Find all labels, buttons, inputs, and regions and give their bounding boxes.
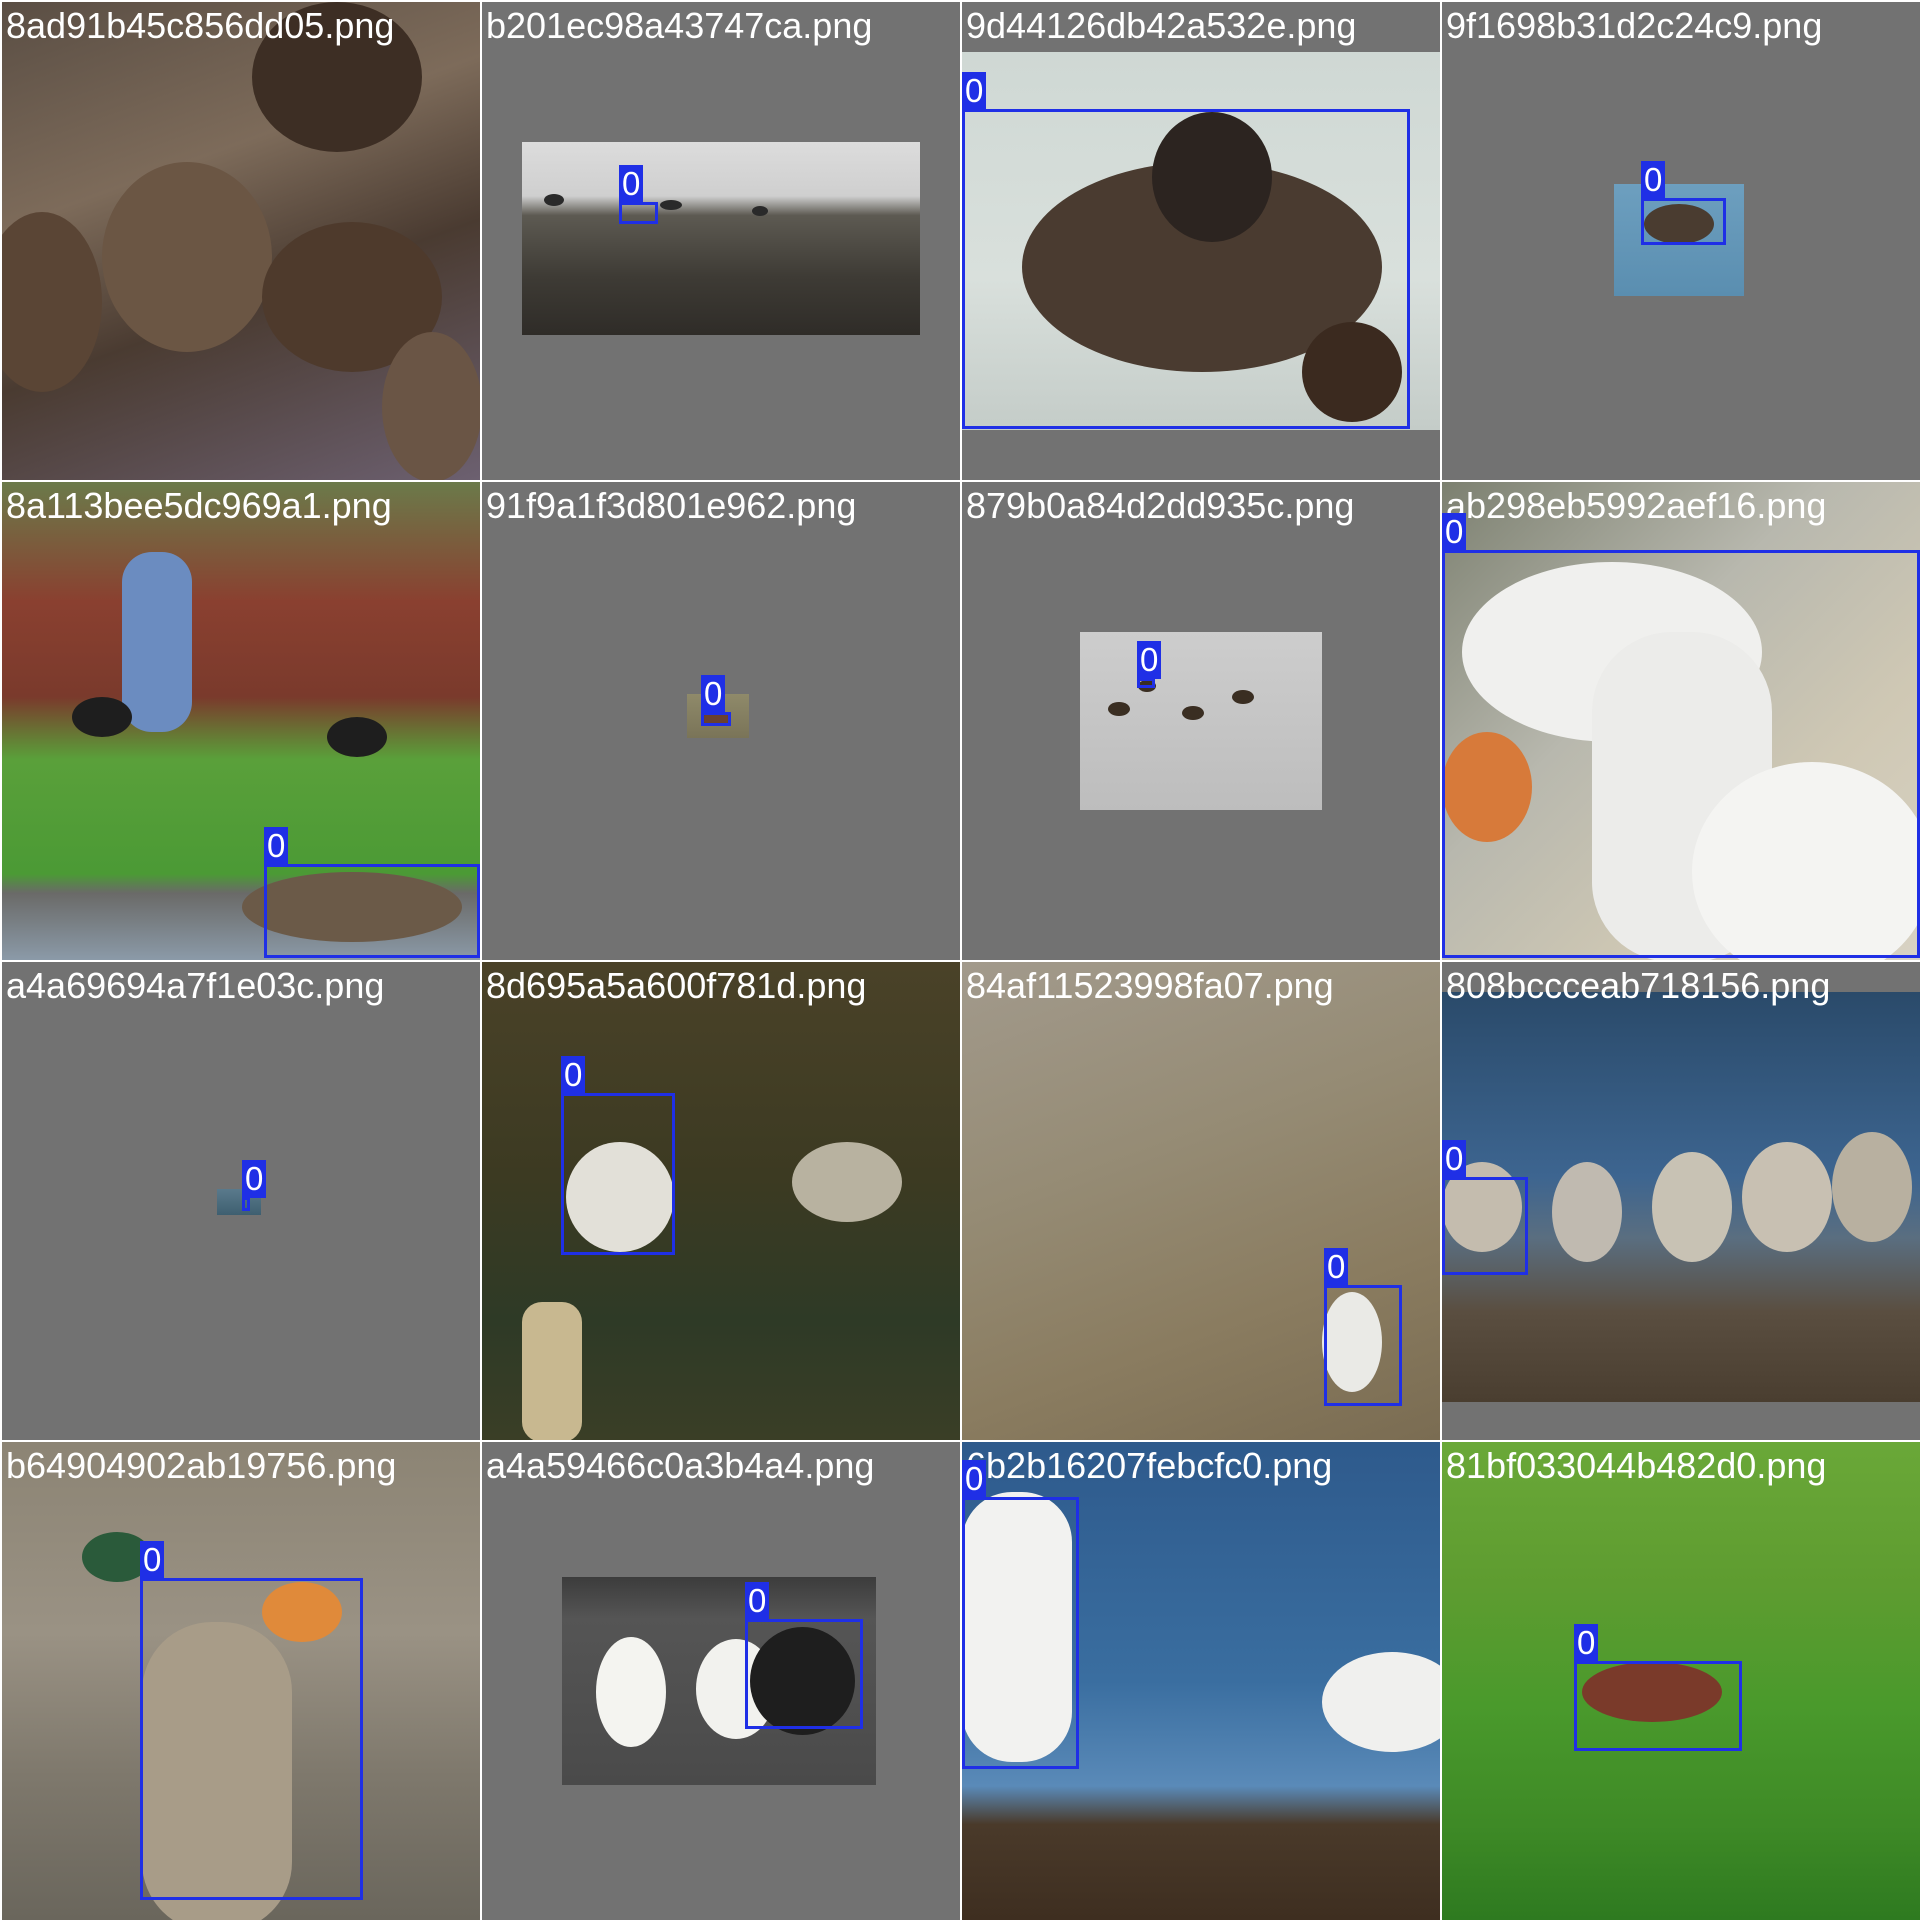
detection-box: 0 xyxy=(1574,1624,1742,1751)
class-label: 0 xyxy=(242,1160,267,1198)
duckling-shape xyxy=(2,212,102,392)
tile-filename: 8d695a5a600f781d.png xyxy=(486,965,867,1006)
photo xyxy=(2,2,480,480)
class-label: 0 xyxy=(1574,1624,1599,1662)
duckling-shape xyxy=(1108,702,1130,716)
tile-filename: a4a69694a7f1e03c.png xyxy=(6,965,385,1006)
duck-shape xyxy=(1652,1152,1732,1262)
duck-shape xyxy=(596,1637,666,1747)
detection-box: 0 xyxy=(140,1541,363,1900)
tile-filename: 8a113bee5dc969a1.png xyxy=(6,485,392,526)
detection-box: 0 xyxy=(561,1056,675,1255)
swan-shape xyxy=(1322,1652,1440,1752)
detection-box: 0 xyxy=(1442,513,1920,958)
mosaic-tile: 0 ab298eb5992aef16.png xyxy=(1442,482,1920,960)
mosaic-tile: 0 9d44126db42a532e.png xyxy=(962,2,1440,480)
mosaic-tile: 0 6b2b16207febcfc0.png xyxy=(962,1442,1440,1920)
class-label: 0 xyxy=(561,1056,586,1094)
duck-shape xyxy=(1742,1142,1832,1252)
class-label: 0 xyxy=(1442,1140,1467,1178)
tile-filename: 84af11523998fa07.png xyxy=(966,965,1334,1006)
class-label: 0 xyxy=(140,1541,165,1579)
tile-filename: a4a59466c0a3b4a4.png xyxy=(486,1445,875,1486)
detection-box: 0 xyxy=(962,1460,1079,1769)
mosaic-tile: 8ad91b45c856dd05.png xyxy=(2,2,480,480)
tile-filename: 808bccceab718156.png xyxy=(1446,965,1831,1006)
tile-filename: ab298eb5992aef16.png xyxy=(1446,485,1827,526)
goose-shape xyxy=(792,1142,902,1222)
mosaic-tile: 0 a4a69694a7f1e03c.png xyxy=(2,962,480,1440)
mosaic-tile: 0 9f1698b31d2c24c9.png xyxy=(1442,2,1920,480)
duck-shape xyxy=(1552,1162,1622,1262)
duckling-shape xyxy=(102,162,272,352)
class-label: 0 xyxy=(701,675,726,713)
bird-shape xyxy=(660,200,682,210)
bird-shape xyxy=(752,206,768,216)
class-label: 0 xyxy=(264,827,289,865)
tile-filename: b64904902ab19756.png xyxy=(6,1445,397,1486)
dog-shape xyxy=(72,697,132,737)
detection-box: 0 xyxy=(701,675,731,726)
detection-box: 0 xyxy=(1324,1248,1402,1406)
dog-shape xyxy=(327,717,387,757)
detection-box: 0 xyxy=(242,1160,267,1211)
tile-filename: 9f1698b31d2c24c9.png xyxy=(1446,5,1823,46)
class-label: 0 xyxy=(962,72,987,110)
tile-filename: 6b2b16207febcfc0.png xyxy=(966,1445,1333,1486)
detection-box: 0 xyxy=(1137,641,1162,688)
mosaic-tile: 0 8d695a5a600f781d.png xyxy=(482,962,960,1440)
detection-box: 0 xyxy=(619,165,658,224)
class-label: 0 xyxy=(1324,1248,1349,1286)
tile-filename: b201ec98a43747ca.png xyxy=(486,5,873,46)
tile-filename: 8ad91b45c856dd05.png xyxy=(6,5,395,46)
detection-box: 0 xyxy=(745,1582,863,1729)
mosaic-tile: 0 a4a59466c0a3b4a4.png xyxy=(482,1442,960,1920)
detection-box: 0 xyxy=(1442,1140,1528,1275)
class-label: 0 xyxy=(962,1460,987,1498)
duckling-shape xyxy=(1182,706,1204,720)
tile-filename: 81bf033044b482d0.png xyxy=(1446,1445,1827,1486)
duckling-shape xyxy=(382,332,480,480)
mosaic-tile: 0 879b0a84d2dd935c.png xyxy=(962,482,1440,960)
person-shape xyxy=(122,552,192,732)
class-label: 0 xyxy=(745,1582,770,1620)
tile-filename: 9d44126db42a532e.png xyxy=(966,5,1357,46)
tile-filename: 91f9a1f3d801e962.png xyxy=(486,485,857,526)
photo xyxy=(482,962,960,1440)
duck-shape xyxy=(1832,1132,1912,1242)
image-mosaic-grid: 8ad91b45c856dd05.png 0 b201ec98a43747ca.… xyxy=(0,0,1920,1920)
class-label: 0 xyxy=(1641,161,1666,199)
mosaic-tile: 0 b201ec98a43747ca.png xyxy=(482,2,960,480)
mosaic-tile: 0 84af11523998fa07.png xyxy=(962,962,1440,1440)
class-label: 0 xyxy=(1137,641,1162,679)
photo xyxy=(1080,632,1322,810)
mosaic-tile: 0 8a113bee5dc969a1.png xyxy=(2,482,480,960)
mosaic-tile: 0 b64904902ab19756.png xyxy=(2,1442,480,1920)
mosaic-tile: 0 808bccceab718156.png xyxy=(1442,962,1920,1440)
class-label: 0 xyxy=(1442,513,1467,551)
mosaic-tile: 0 81bf033044b482d0.png xyxy=(1442,1442,1920,1920)
mosaic-tile: 0 91f9a1f3d801e962.png xyxy=(482,482,960,960)
class-label: 0 xyxy=(619,165,644,203)
bird-shape xyxy=(544,194,564,206)
photo xyxy=(522,142,920,335)
detection-box: 0 xyxy=(962,72,1410,429)
detection-box: 0 xyxy=(264,827,480,958)
duckling-shape xyxy=(1232,690,1254,704)
reed-shape xyxy=(522,1302,582,1440)
detection-box: 0 xyxy=(1641,161,1726,245)
tile-filename: 879b0a84d2dd935c.png xyxy=(966,485,1355,526)
